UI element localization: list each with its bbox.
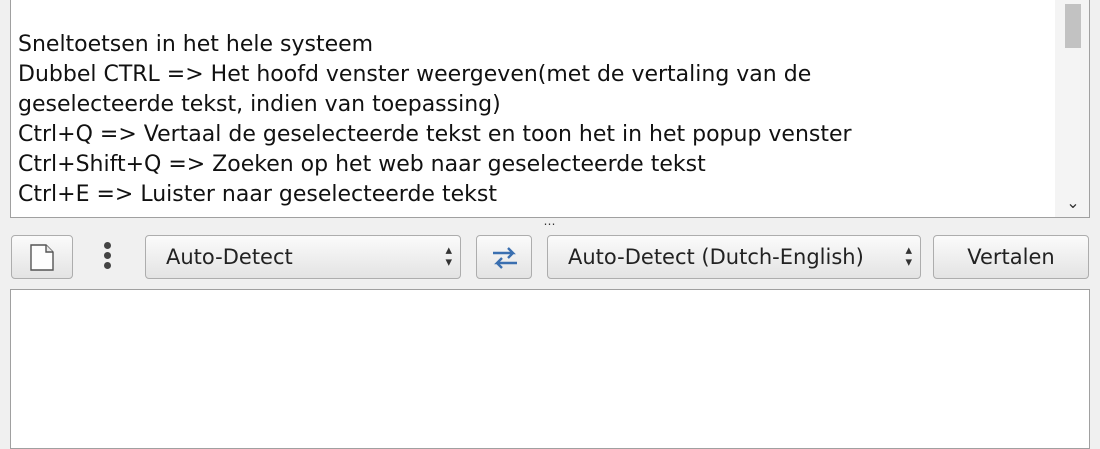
source-line-5: Ctrl+Shift+Q => Zoeken op het web naar g…: [18, 152, 706, 177]
source-line-3: geselecteerde tekst, indien van toepassi…: [18, 92, 501, 117]
swap-languages-button[interactable]: [476, 235, 532, 279]
swap-arrows-icon: [493, 247, 517, 269]
scrollbar-thumb[interactable]: [1065, 4, 1081, 48]
source-text-area[interactable]: Sneltoetsen in het hele systeem Dubbel C…: [10, 0, 1090, 218]
new-document-button[interactable]: [11, 235, 73, 279]
document-icon: [30, 244, 54, 271]
up-down-arrows-icon: ▴ ▾: [905, 243, 912, 270]
source-language-select[interactable]: Auto-Detect ▴ ▾: [145, 235, 461, 279]
source-language-value: Auto-Detect: [166, 245, 293, 269]
source-line-6: Ctrl+E => Luister naar geselecteerde tek…: [18, 182, 497, 207]
translation-result-area[interactable]: [10, 289, 1090, 449]
source-line-4: Ctrl+Q => Vertaal de geselecteerde tekst…: [18, 122, 852, 147]
splitter-handle[interactable]: ⋯: [537, 218, 563, 230]
source-scrollbar[interactable]: ⌄: [1055, 0, 1089, 217]
source-text-content[interactable]: Sneltoetsen in het hele systeem Dubbel C…: [18, 30, 1048, 210]
target-language-value: Auto-Detect (Dutch-English): [568, 245, 864, 269]
source-line-2: Dubbel CTRL => Het hoofd venster weergev…: [18, 62, 812, 87]
target-language-select[interactable]: Auto-Detect (Dutch-English) ▴ ▾: [547, 235, 921, 279]
source-line-1: Sneltoetsen in het hele systeem: [18, 32, 374, 57]
up-down-arrows-icon: ▴ ▾: [445, 243, 452, 270]
translate-button[interactable]: Vertalen: [933, 235, 1089, 279]
vertical-dots-icon[interactable]: [100, 240, 114, 274]
chevron-down-icon[interactable]: ⌄: [1064, 195, 1082, 211]
